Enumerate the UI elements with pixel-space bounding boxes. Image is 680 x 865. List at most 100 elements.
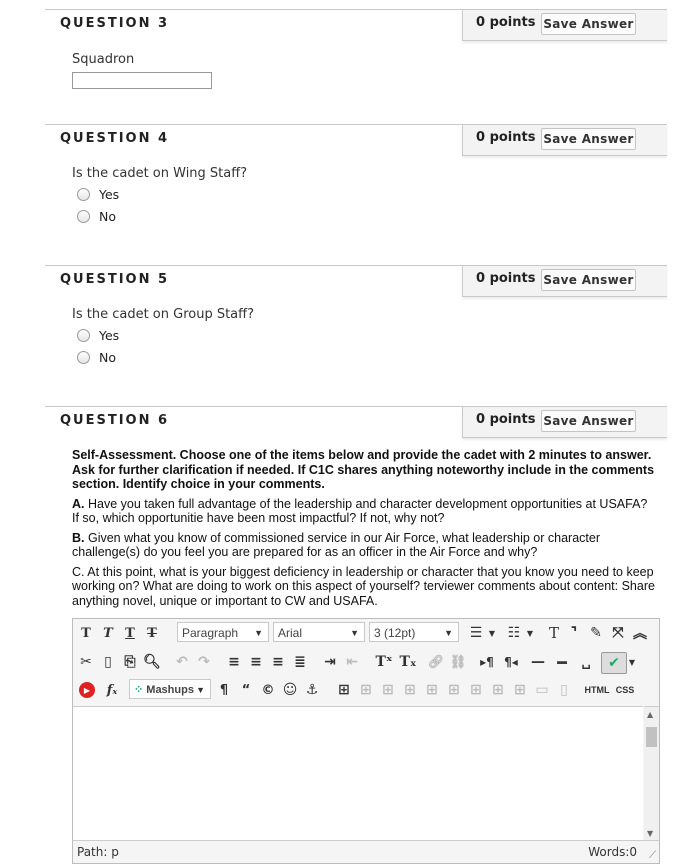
fullscreen-icon[interactable]: ⤧ bbox=[609, 622, 627, 644]
rtl-icon[interactable]: ¶◂ bbox=[501, 651, 521, 673]
blockquote-icon[interactable]: “ bbox=[237, 679, 255, 701]
table-props-icon[interactable]: ▭ bbox=[533, 679, 551, 701]
bullet-list-icon[interactable]: ☰ bbox=[465, 622, 487, 644]
clear-format-icon[interactable]: ⌝ bbox=[565, 622, 583, 644]
points-tab: 0 points Save Answer bbox=[462, 125, 667, 156]
table-icon[interactable]: ⊞ bbox=[335, 679, 353, 701]
indent-icon[interactable]: ⇥ bbox=[321, 651, 339, 673]
chevron-down-icon: ▼ bbox=[444, 628, 453, 638]
scroll-thumb[interactable] bbox=[646, 727, 657, 747]
editor-scrollbar[interactable]: ▲ ▼ bbox=[644, 706, 659, 841]
word-count: Words:0 bbox=[588, 845, 637, 859]
paragraph-format-select[interactable]: Paragraph ▼ bbox=[177, 622, 269, 642]
link-icon[interactable]: 🔗︎ bbox=[427, 651, 445, 673]
subscript-icon[interactable]: Tₓ bbox=[397, 651, 419, 673]
align-center-icon[interactable]: ≡ bbox=[247, 651, 265, 673]
cut-icon[interactable]: ✂ bbox=[77, 651, 95, 673]
radio-button[interactable] bbox=[77, 210, 90, 223]
toolbar-row-1: T T T T Paragraph ▼ Arial ▼ 3 (12pt) ▼ ☰… bbox=[73, 619, 659, 647]
squadron-input[interactable] bbox=[72, 72, 212, 89]
radio-button[interactable] bbox=[77, 329, 90, 342]
path-label: Path: p bbox=[77, 845, 119, 859]
underline-icon[interactable]: T bbox=[121, 622, 139, 644]
table-merge-icon[interactable]: ⊞ bbox=[489, 679, 507, 701]
bullet-list-dropdown-icon[interactable]: ▼ bbox=[487, 622, 497, 644]
align-justify-icon[interactable]: ≣ bbox=[291, 651, 309, 673]
spellcheck-icon[interactable]: ✔ bbox=[601, 652, 627, 674]
collapse-toolbar-icon[interactable]: ︽ bbox=[631, 622, 649, 644]
bold-icon[interactable]: T bbox=[77, 622, 95, 644]
question-5: QUESTION 5 0 points Save Answer bbox=[45, 265, 667, 298]
question-title: QUESTION 6 bbox=[60, 413, 170, 428]
question-title: QUESTION 3 bbox=[60, 16, 170, 31]
emoticon-icon[interactable]: ☺ bbox=[281, 679, 299, 701]
copyright-icon[interactable]: © bbox=[259, 679, 277, 701]
radio-option-yes[interactable]: Yes bbox=[77, 187, 119, 202]
redo-icon[interactable]: ↷ bbox=[195, 651, 213, 673]
superscript-icon[interactable]: Tˣ bbox=[373, 651, 395, 673]
pencil-icon[interactable]: ✎ bbox=[587, 622, 605, 644]
thick-rule-icon[interactable]: ━ bbox=[553, 651, 571, 673]
ltr-icon[interactable]: ▸¶ bbox=[477, 651, 497, 673]
radio-label: No bbox=[99, 209, 116, 224]
font-size-select[interactable]: 3 (12pt) ▼ bbox=[369, 622, 459, 642]
table-row-after-icon[interactable]: ⊞ bbox=[379, 679, 397, 701]
formula-icon[interactable]: fₓ bbox=[101, 679, 123, 701]
horizontal-rule-icon[interactable]: — bbox=[529, 651, 547, 673]
paragraph-mark-icon[interactable]: ¶ bbox=[215, 679, 233, 701]
spellcheck-dropdown-icon[interactable]: ▼ bbox=[627, 651, 637, 673]
paste-icon[interactable]: ⎘ bbox=[121, 651, 139, 673]
question-prompt: Is the cadet on Group Staff? bbox=[72, 307, 255, 322]
editor-content-area[interactable] bbox=[73, 706, 643, 841]
radio-option-yes[interactable]: Yes bbox=[77, 328, 119, 343]
radio-button[interactable] bbox=[77, 351, 90, 364]
points-label: 0 points bbox=[476, 130, 536, 145]
table-cell-props-icon[interactable]: ▯ bbox=[555, 679, 573, 701]
mashups-select[interactable]: ⁘ Mashups ▼ bbox=[129, 679, 211, 699]
strikethrough-icon[interactable]: T bbox=[143, 622, 161, 644]
copy-icon[interactable]: ▯ bbox=[99, 651, 117, 673]
save-answer-button[interactable]: Save Answer bbox=[541, 13, 636, 35]
chevron-down-icon: ▼ bbox=[196, 685, 205, 695]
table-split-icon[interactable]: ⊞ bbox=[511, 679, 529, 701]
numbered-list-icon[interactable]: ☷ bbox=[503, 622, 525, 644]
table-row-before-icon[interactable]: ⊞ bbox=[357, 679, 375, 701]
mashups-label: Mashups bbox=[146, 684, 194, 696]
instructions-intro: Self-Assessment. Choose one of the items… bbox=[72, 448, 655, 491]
undo-icon[interactable]: ↶ bbox=[173, 651, 191, 673]
nonbreaking-space-icon[interactable]: ␣ bbox=[577, 651, 595, 673]
find-icon[interactable]: 🔍︎ bbox=[143, 651, 161, 673]
item-a-text: Have you taken full advantage of the lea… bbox=[72, 496, 648, 526]
table-delete-col-icon[interactable]: ⊞ bbox=[467, 679, 485, 701]
font-family-select[interactable]: Arial ▼ bbox=[273, 622, 365, 642]
radio-option-no[interactable]: No bbox=[77, 350, 116, 365]
text-style-icon[interactable]: T bbox=[543, 622, 565, 644]
table-col-after-icon[interactable]: ⊞ bbox=[445, 679, 463, 701]
anchor-icon[interactable]: ⚓ bbox=[303, 679, 321, 701]
resize-handle-icon[interactable]: ⟋ bbox=[649, 850, 656, 861]
scroll-down-icon[interactable]: ▼ bbox=[647, 829, 653, 838]
radio-label: Yes bbox=[99, 328, 120, 343]
points-label: 0 points bbox=[476, 15, 536, 30]
toolbar-row-2: ✂ ▯ ⎘ 🔍︎ ↶ ↷ ≡ ≡ ≡ ≣ ⇥ ⇤ Tˣ Tₓ 🔗︎ ⛓ ▸¶ ¶… bbox=[73, 648, 659, 676]
save-answer-button[interactable]: Save Answer bbox=[541, 410, 636, 432]
radio-option-no[interactable]: No bbox=[77, 209, 116, 224]
save-answer-button[interactable]: Save Answer bbox=[541, 128, 636, 150]
html-button[interactable]: HTML bbox=[583, 679, 611, 701]
question-title: QUESTION 4 bbox=[60, 131, 170, 146]
align-left-icon[interactable]: ≡ bbox=[225, 651, 243, 673]
scroll-up-icon[interactable]: ▲ bbox=[647, 710, 653, 719]
outdent-icon[interactable]: ⇤ bbox=[343, 651, 361, 673]
chevron-down-icon: ▼ bbox=[350, 628, 359, 638]
align-right-icon[interactable]: ≡ bbox=[269, 651, 287, 673]
numbered-list-dropdown-icon[interactable]: ▼ bbox=[525, 622, 535, 644]
record-icon[interactable]: ▶ bbox=[79, 682, 95, 698]
unlink-icon[interactable]: ⛓ bbox=[449, 651, 467, 673]
radio-button[interactable] bbox=[77, 188, 90, 201]
table-delete-row-icon[interactable]: ⊞ bbox=[401, 679, 419, 701]
item-b: B. Given what you know of commissioned s… bbox=[72, 531, 657, 560]
css-button[interactable]: CSS bbox=[613, 679, 637, 701]
italic-icon[interactable]: T bbox=[99, 622, 117, 644]
save-answer-button[interactable]: Save Answer bbox=[541, 269, 636, 291]
table-col-before-icon[interactable]: ⊞ bbox=[423, 679, 441, 701]
